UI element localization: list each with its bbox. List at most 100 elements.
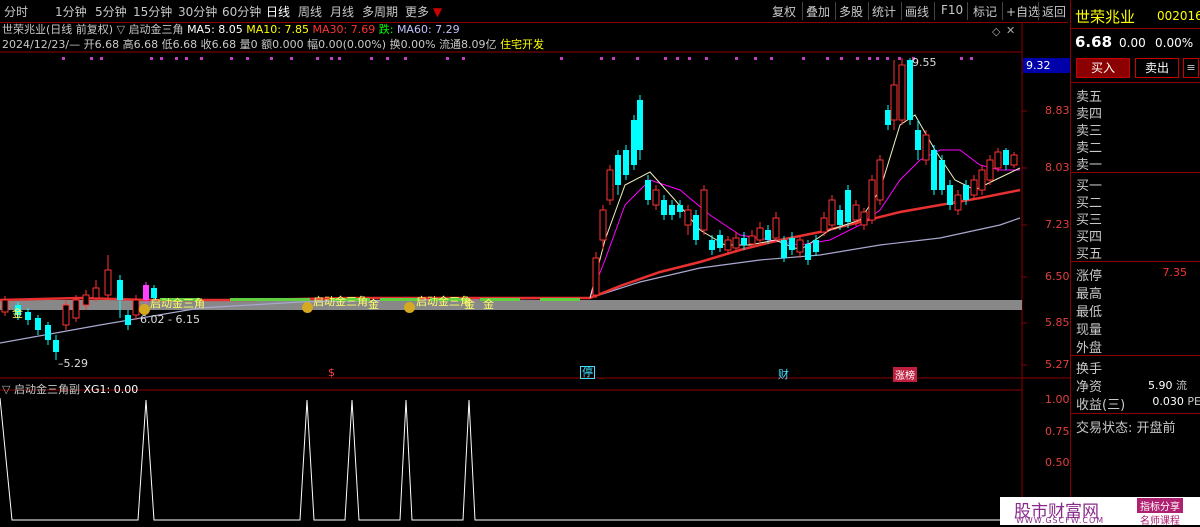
- price-tick: 7.23: [1045, 218, 1070, 231]
- tab-1min[interactable]: 1分钟: [55, 3, 87, 20]
- candle-body: [931, 150, 937, 190]
- candle-body: [828, 199, 836, 226]
- indicator-dot: [370, 57, 373, 60]
- mark-button[interactable]: 标记: [973, 3, 997, 20]
- indicator-dot: [840, 57, 843, 60]
- indicator-dot: [664, 57, 667, 60]
- multi-stock-button[interactable]: 多股: [839, 3, 863, 20]
- candle-body: [994, 151, 1002, 169]
- indicator-dot: [688, 57, 691, 60]
- candle-body: [1003, 150, 1009, 165]
- formula-dropdown-icon[interactable]: ▽: [117, 23, 125, 36]
- candle-body: [645, 180, 651, 200]
- tab-more[interactable]: 更多 ▼: [405, 3, 442, 20]
- settings-diamond-icon[interactable]: ◇: [992, 25, 1000, 38]
- close-icon[interactable]: ✕: [1006, 24, 1015, 37]
- candle-body: [756, 227, 764, 241]
- buy-button[interactable]: 买入: [1076, 58, 1130, 78]
- candle-body: [898, 64, 906, 121]
- candle-body: [796, 239, 804, 253]
- flat-segment: [380, 298, 420, 301]
- coin-icon: [139, 304, 150, 315]
- candle-body: [1010, 154, 1018, 166]
- formula-name[interactable]: 启动金三角: [129, 23, 184, 36]
- menu-icon[interactable]: ≡: [1183, 58, 1199, 78]
- candle-body: [1, 299, 9, 313]
- candle-body: [954, 194, 962, 211]
- candle-body: [885, 110, 891, 125]
- indicator-dot: [100, 57, 103, 60]
- tab-daily[interactable]: 日线: [266, 3, 290, 20]
- candle-body: [781, 240, 787, 258]
- indicator-dot: [970, 57, 973, 60]
- indicator-dot: [330, 57, 333, 60]
- tab-5min[interactable]: 5分钟: [95, 3, 127, 20]
- candle-body: [765, 230, 771, 240]
- candle-body: [72, 299, 80, 319]
- high-label: 最高: [1076, 287, 1103, 302]
- sell-button[interactable]: 卖出: [1135, 58, 1179, 78]
- candle-body: [837, 210, 843, 225]
- candle-body: [907, 60, 913, 120]
- tab-60min[interactable]: 60分钟: [222, 3, 261, 20]
- tab-monthly[interactable]: 月线: [330, 3, 354, 20]
- ma10-line: [589, 149, 1020, 299]
- indicator-dot: [62, 57, 65, 60]
- tab-15min[interactable]: 15分钟: [133, 3, 172, 20]
- tab-multi-period[interactable]: 多周期: [362, 3, 398, 20]
- candle-body: [693, 215, 699, 240]
- indicator-dot: [676, 57, 679, 60]
- candle-body: [104, 269, 112, 296]
- event-marker[interactable]: 涨榜: [893, 367, 917, 382]
- candle-body: [615, 155, 621, 185]
- kline-chart[interactable]: [0, 0, 1070, 525]
- indicator-dot: [868, 57, 871, 60]
- indicator-dot: [160, 57, 163, 60]
- coin-icon: [302, 302, 313, 313]
- price-tick: 8.83: [1045, 104, 1070, 117]
- indicator-dot: [560, 57, 563, 60]
- candle-body: [117, 280, 123, 300]
- signal-label: 启动金三角: [150, 297, 205, 310]
- event-marker[interactable]: 财: [778, 366, 789, 382]
- bar-info-line: 2024/12/23/— 开6.68 高6.68 低6.68 收6.68 量0 …: [2, 38, 545, 51]
- quote-pct: 0.00%: [1155, 36, 1194, 50]
- candle-body: [717, 235, 723, 248]
- indicator-dot: [960, 57, 963, 60]
- tab-fenshi[interactable]: 分时: [4, 3, 28, 20]
- watermark-url: WWW.GSCFW.COM: [1016, 516, 1105, 525]
- fuquan-button[interactable]: 复权: [772, 3, 796, 20]
- add-watchlist-button[interactable]: +自选: [1006, 3, 1040, 20]
- indicator-dot: [770, 57, 773, 60]
- watermark-tag: 指标分享: [1137, 498, 1183, 513]
- chart-info-line: 世荣兆业(日线 前复权) ▽ 启动金三角 MA5: 8.05 MA10: 7.8…: [2, 23, 460, 36]
- draw-button[interactable]: 画线: [905, 3, 929, 20]
- low-label: 最低: [1076, 305, 1103, 320]
- indicator-dot: [600, 57, 603, 60]
- volume-label: 现量: [1076, 323, 1103, 338]
- tab-weekly[interactable]: 周线: [298, 3, 322, 20]
- nav-label: 净资: [1076, 380, 1103, 395]
- indicator-dot: [338, 57, 341, 60]
- event-marker[interactable]: 停: [580, 366, 595, 379]
- candle-body: [25, 312, 31, 320]
- indicator-dot: [446, 57, 449, 60]
- candle-body: [677, 205, 683, 212]
- indicator-dot: [856, 57, 859, 60]
- flat-segment: [270, 298, 310, 301]
- overlay-button[interactable]: 叠加: [806, 3, 830, 20]
- quote-change: 0.00: [1119, 36, 1146, 50]
- signal-label: 启动金三角: [416, 295, 471, 308]
- stats-button[interactable]: 统计: [872, 3, 896, 20]
- f10-button[interactable]: F10: [941, 3, 963, 17]
- outer-label: 外盘: [1076, 341, 1103, 356]
- event-marker[interactable]: $: [328, 366, 335, 379]
- limit-up-label: 涨停: [1076, 269, 1103, 284]
- back-button[interactable]: 返回: [1042, 3, 1066, 20]
- candle-body: [732, 237, 740, 249]
- sub-tick: 0.50: [1045, 456, 1070, 469]
- gold-label: 金: [464, 298, 475, 311]
- formula-dropdown-icon[interactable]: ▽: [2, 383, 10, 396]
- tab-30min[interactable]: 30分钟: [178, 3, 217, 20]
- indicator-dot: [386, 57, 389, 60]
